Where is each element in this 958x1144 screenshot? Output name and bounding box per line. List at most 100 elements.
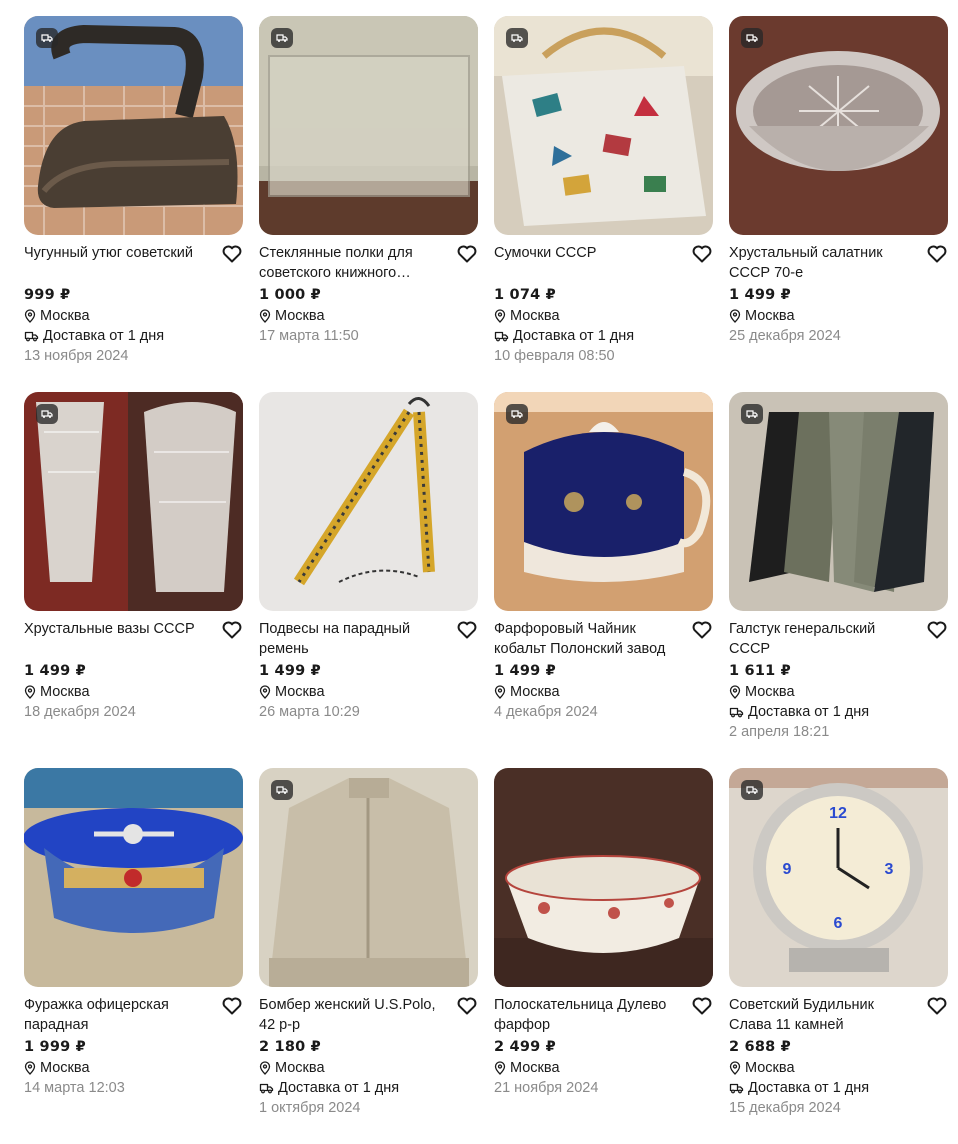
favorite-heart-icon[interactable] — [691, 619, 713, 641]
listing-delivery: Доставка от 1 дня — [729, 702, 948, 722]
listing-card[interactable]: 12 3 6 9 Советский Будильник Слава 11 камн… — [729, 768, 948, 1144]
listing-date: 10 февраля 08:50 — [494, 348, 615, 364]
listing-title[interactable]: Бомбер женский U.S.Polo, 42 р-р — [259, 995, 444, 1035]
listing-photo[interactable] — [494, 392, 713, 611]
listing-photo[interactable] — [729, 16, 948, 235]
listing-price: 1 999 ₽ — [24, 1039, 86, 1055]
listing-photo[interactable] — [24, 16, 243, 235]
favorite-heart-icon[interactable] — [221, 619, 243, 641]
listing-card[interactable]: Подвесы на парадный ремень 1 499 ₽ Москв… — [259, 392, 478, 768]
listing-card[interactable]: Фуражка офицерская парадная 1 999 ₽ Моск… — [24, 768, 243, 1144]
listing-delivery: Доставка от 1 дня — [259, 1078, 478, 1098]
favorite-heart-icon[interactable] — [221, 995, 243, 1017]
delivery-label: Доставка от 1 дня — [748, 704, 870, 720]
favorite-heart-icon[interactable] — [926, 243, 948, 265]
location-pin-icon — [729, 309, 741, 323]
listing-location: Москва — [259, 682, 478, 702]
listing-title[interactable]: Хрустальный салатник СССР 70-е — [729, 243, 914, 283]
location-label: Москва — [40, 1060, 90, 1076]
listing-card[interactable]: Стеклянные полки для советского книжного… — [259, 16, 478, 392]
listing-card[interactable]: Хрустальные вазы СССР 1 499 ₽ Москва 18 … — [24, 392, 243, 768]
listing-card[interactable]: Хрустальный салатник СССР 70-е 1 499 ₽ М… — [729, 16, 948, 392]
delivery-truck-icon — [729, 707, 744, 718]
listing-card[interactable]: Галстук генеральский СССР 1 611 ₽ Москва… — [729, 392, 948, 768]
delivery-label: Доставка от 1 дня — [278, 1080, 400, 1096]
location-pin-icon — [729, 685, 741, 699]
listing-title[interactable]: Советский Будильник Слава 11 камней — [729, 995, 914, 1035]
listing-title[interactable]: Полоскательница Дулево фарфор — [494, 995, 679, 1035]
listing-title[interactable]: Подвесы на парадный ремень — [259, 619, 444, 659]
listing-card[interactable]: Полоскательница Дулево фарфор 2 499 ₽ Мо… — [494, 768, 713, 1144]
svg-text:6: 6 — [834, 915, 843, 932]
location-label: Москва — [510, 684, 560, 700]
listing-title[interactable]: Сумочки СССР — [494, 243, 679, 283]
location-pin-icon — [494, 685, 506, 699]
listing-delivery: Доставка от 1 дня — [24, 326, 243, 346]
listing-card[interactable]: Чугунный утюг советский 999 ₽ Москва Дос… — [24, 16, 243, 392]
favorite-heart-icon[interactable] — [926, 995, 948, 1017]
listing-delivery: Доставка от 1 дня — [494, 326, 713, 346]
listing-location: Москва — [494, 1058, 713, 1078]
listing-title[interactable]: Хрустальные вазы СССР — [24, 619, 209, 659]
listing-location: Москва — [24, 682, 243, 702]
location-label: Москва — [275, 1060, 325, 1076]
location-pin-icon — [494, 1061, 506, 1075]
favorite-heart-icon[interactable] — [456, 995, 478, 1017]
delivery-badge — [271, 780, 293, 800]
listing-card[interactable]: Бомбер женский U.S.Polo, 42 р-р 2 180 ₽ … — [259, 768, 478, 1144]
listing-title[interactable]: Фарфоровый Чайник кобальт Полонский заво… — [494, 619, 679, 659]
listing-location: Москва — [729, 1058, 948, 1078]
listing-price: 1 499 ₽ — [494, 663, 556, 679]
listing-photo[interactable] — [259, 392, 478, 611]
listing-photo[interactable] — [729, 392, 948, 611]
listing-photo[interactable] — [494, 16, 713, 235]
listing-photo[interactable] — [259, 768, 478, 987]
crystal-vases-image — [24, 392, 243, 611]
listing-title[interactable]: Стеклянные полки для советского книжного… — [259, 243, 444, 283]
listing-price: 1 499 ₽ — [24, 663, 86, 679]
truck-icon — [276, 786, 288, 794]
favorite-heart-icon[interactable] — [691, 243, 713, 265]
delivery-truck-icon — [729, 1083, 744, 1094]
location-pin-icon — [24, 309, 36, 323]
delivery-label: Доставка от 1 дня — [43, 328, 165, 344]
favorite-heart-icon[interactable] — [691, 995, 713, 1017]
listing-delivery: Доставка от 1 дня — [729, 1078, 948, 1098]
handbag-image — [494, 16, 713, 235]
truck-icon — [276, 34, 288, 42]
listing-card[interactable]: Сумочки СССР 1 074 ₽ Москва Доставка от … — [494, 16, 713, 392]
delivery-badge — [36, 404, 58, 424]
listing-photo[interactable] — [24, 392, 243, 611]
crystal-bowl-image — [729, 16, 948, 235]
listing-price: 1 499 ₽ — [729, 287, 791, 303]
listing-photo[interactable] — [494, 768, 713, 987]
favorite-heart-icon[interactable] — [221, 243, 243, 265]
listing-photo[interactable]: 12 3 6 9 — [729, 768, 948, 987]
location-label: Москва — [745, 1060, 795, 1076]
delivery-badge — [741, 28, 763, 48]
delivery-badge — [741, 780, 763, 800]
listing-title[interactable]: Галстук генеральский СССР — [729, 619, 914, 659]
location-label: Москва — [275, 684, 325, 700]
favorite-heart-icon[interactable] — [926, 619, 948, 641]
listing-location: Москва — [729, 682, 948, 702]
listing-photo[interactable] — [24, 768, 243, 987]
listing-card[interactable]: Фарфоровый Чайник кобальт Полонский заво… — [494, 392, 713, 768]
listing-title[interactable]: Фуражка офицерская парадная — [24, 995, 209, 1035]
location-pin-icon — [259, 309, 271, 323]
favorite-heart-icon[interactable] — [456, 619, 478, 641]
location-pin-icon — [24, 1061, 36, 1075]
favorite-heart-icon[interactable] — [456, 243, 478, 265]
location-label: Москва — [40, 308, 90, 324]
location-label: Москва — [510, 308, 560, 324]
location-pin-icon — [24, 685, 36, 699]
listing-title[interactable]: Чугунный утюг советский — [24, 243, 209, 283]
listing-date: 21 ноября 2024 — [494, 1080, 599, 1096]
listing-price: 1 499 ₽ — [259, 663, 321, 679]
listing-date: 25 декабря 2024 — [729, 328, 841, 344]
listing-photo[interactable] — [259, 16, 478, 235]
listing-location: Москва — [24, 1058, 243, 1078]
listing-date: 18 декабря 2024 — [24, 704, 136, 720]
delivery-label: Доставка от 1 дня — [513, 328, 635, 344]
delivery-truck-icon — [24, 331, 39, 342]
